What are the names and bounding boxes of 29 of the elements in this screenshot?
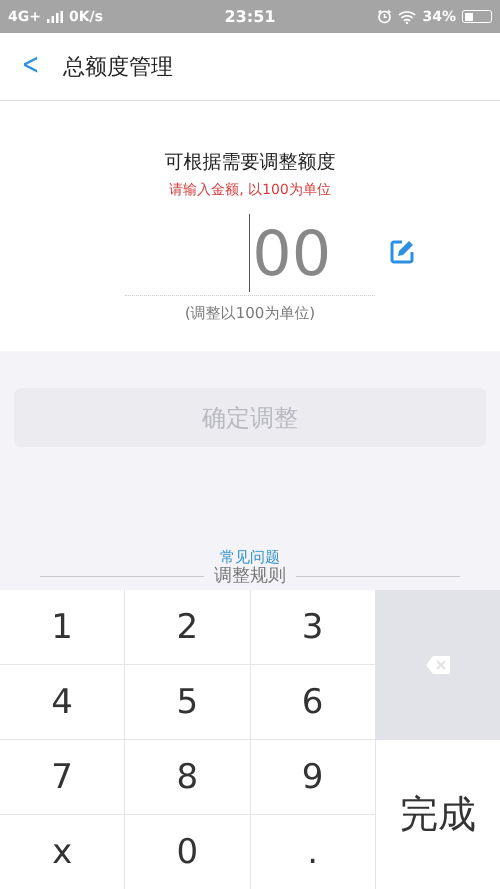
amount-field[interactable]: 00 xyxy=(248,214,332,292)
keypad-key[interactable]: 9 xyxy=(250,740,375,814)
battery-percent: 34% xyxy=(422,8,456,24)
network-speed: 0K/s xyxy=(68,8,104,24)
keypad-key[interactable]: 8 xyxy=(125,740,250,814)
unit-note: (调整以100为单位) xyxy=(184,304,316,323)
battery-icon xyxy=(462,10,492,23)
keypad-key[interactable]: 4 xyxy=(0,665,124,739)
wifi-icon xyxy=(398,10,416,24)
keypad-key[interactable]: . xyxy=(250,815,375,889)
done-key[interactable]: 完成 xyxy=(376,740,500,889)
keypad-key[interactable]: 0 xyxy=(125,815,250,889)
alarm-icon xyxy=(377,9,392,24)
rules-link[interactable]: 调整规则 xyxy=(214,566,286,586)
keypad-key[interactable]: 1 xyxy=(0,590,124,664)
keypad-key[interactable]: 6 xyxy=(250,665,375,739)
backspace-icon xyxy=(424,654,451,674)
keypad-key[interactable]: 7 xyxy=(0,740,124,814)
keypad-key[interactable]: 2 xyxy=(125,590,250,664)
keypad-key[interactable]: 5 xyxy=(125,665,250,739)
edit-icon[interactable] xyxy=(389,239,415,265)
heading-text: 可根据需要调整额度 xyxy=(164,150,336,175)
page-title: 总额度管理 xyxy=(63,54,174,82)
clock-time: 23:51 xyxy=(224,7,276,26)
keypad-key[interactable]: x xyxy=(0,815,124,889)
network-type: 4G+ xyxy=(8,8,41,24)
keypad-key[interactable]: 3 xyxy=(250,590,375,664)
hint-text: 请输入金额, 以100为单位 xyxy=(169,181,331,199)
signal-icon xyxy=(46,10,63,22)
